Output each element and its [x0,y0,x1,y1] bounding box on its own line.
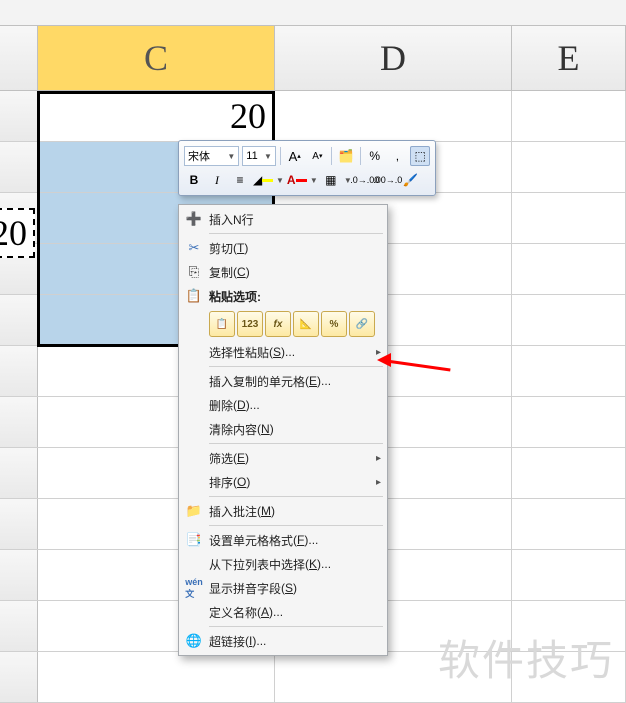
format-cells-icon[interactable]: 🗂️ [336,146,356,166]
col-header-c[interactable]: C [38,26,275,90]
row-header-1[interactable] [0,91,38,141]
increase-decimal-button[interactable]: .0→.00 [355,170,375,190]
hyperlink-icon: 🌐 [185,632,203,650]
bold-button[interactable]: B [184,170,204,190]
chevron-down-icon[interactable]: ▼ [310,176,318,185]
fill-color-button[interactable]: ◢ [253,170,273,190]
row-header-2[interactable] [0,142,38,192]
align-button[interactable]: ≡ [230,170,250,190]
mini-toolbar: 宋体▼ 11▼ A▴ A▾ 🗂️ % , ⬚ B I ≡ ◢ ▼ A ▼ ▦ ▼… [178,140,436,196]
scissors-icon: ✂ [185,239,203,257]
paste-options-row: 📋 123 fx 📐 % 🔗 [181,308,385,340]
col-header-d[interactable]: D [275,26,512,90]
marquee-value: 20 [0,212,27,254]
menu-delete[interactable]: 删除(D)... [181,393,385,417]
cell-e6[interactable] [512,346,626,396]
font-color-button[interactable]: A [287,170,307,190]
paste-formatting-icon[interactable]: % [321,311,347,337]
menu-insert-copied-cells[interactable]: 插入复制的单元格(E)... [181,369,385,393]
menu-paste-options-label: 📋 粘贴选项: [181,284,385,308]
menu-dropdown-pick[interactable]: 从下拉列表中选择(K)... [181,552,385,576]
insert-rows-icon: ➕ [185,210,203,228]
comma-button[interactable]: , [388,146,408,166]
menu-insert-comment[interactable]: 📁 插入批注(M) [181,499,385,523]
paste-all-icon[interactable]: 📋 [209,311,235,337]
paste-formulas-icon[interactable]: fx [265,311,291,337]
menu-cut[interactable]: ✂ 剪切(T) [181,236,385,260]
shrink-font-button[interactable]: A▾ [308,146,328,166]
submenu-arrow-icon: ▸ [376,477,381,488]
cell-e2[interactable] [512,142,626,192]
cell-c1[interactable]: 20 [38,91,275,141]
folder-icon: 📁 [185,502,203,520]
row-12 [0,652,626,703]
borders-button[interactable]: ▦ [321,170,341,190]
cell-d1[interactable] [275,91,512,141]
paste-transpose-icon[interactable]: 📐 [293,311,319,337]
submenu-arrow-icon: ▸ [376,453,381,464]
copy-icon: ⎘ [185,263,203,281]
row-header-5[interactable] [0,295,38,345]
menu-show-phonetic[interactable]: wén文 显示拼音字段(S) [181,576,385,600]
corner-stub[interactable] [0,26,38,90]
clipboard-marquee: 20 [0,208,35,258]
menu-paste-special[interactable]: 选择性粘贴(S)... ▸ [181,340,385,364]
paste-values-icon[interactable]: 123 [237,311,263,337]
font-size-selector[interactable]: 11▼ [242,146,276,166]
context-menu: ➕ 插入N行 ✂ 剪切(T) ⎘ 复制(C) 📋 粘贴选项: 📋 123 fx … [178,204,388,656]
menu-hyperlink[interactable]: 🌐 超链接(I)... [181,629,385,653]
menu-copy[interactable]: ⎘ 复制(C) [181,260,385,284]
decrease-decimal-button[interactable]: .00→.0 [378,170,398,190]
column-headers: C D E [0,26,626,91]
clipboard-icon: 📋 [185,287,203,305]
cell-e5[interactable] [512,295,626,345]
row-1: 20 [0,91,626,142]
font-selector[interactable]: 宋体▼ [184,146,239,166]
menu-insert-rows[interactable]: ➕ 插入N行 [181,207,385,231]
top-strip [0,0,626,26]
accounting-format-button[interactable]: ⬚ [410,146,430,166]
paste-link-icon[interactable]: 🔗 [349,311,375,337]
cell-value: 20 [230,95,266,137]
format-cells-icon: 📑 [185,531,203,549]
menu-define-name[interactable]: 定义名称(A)... [181,600,385,624]
chevron-down-icon: ▼ [227,152,235,161]
menu-format-cells[interactable]: 📑 设置单元格格式(F)... [181,528,385,552]
cell-e1[interactable] [512,91,626,141]
percent-button[interactable]: % [365,146,385,166]
col-header-e[interactable]: E [512,26,626,90]
grow-font-button[interactable]: A▴ [285,146,305,166]
menu-filter[interactable]: 筛选(E) ▸ [181,446,385,470]
row-header-6[interactable] [0,346,38,396]
chevron-down-icon[interactable]: ▼ [276,176,284,185]
italic-button[interactable]: I [207,170,227,190]
menu-clear-contents[interactable]: 清除内容(N) [181,417,385,441]
bucket-icon: ◢ [253,173,262,187]
format-painter-button[interactable]: 🖌️ [401,170,421,190]
phonetic-icon: wén文 [185,579,203,597]
annotation-arrow [383,350,453,370]
cell-e3[interactable] [512,193,626,243]
menu-sort[interactable]: 排序(O) ▸ [181,470,385,494]
chevron-down-icon: ▼ [264,152,272,161]
cell-e4[interactable] [512,244,626,294]
